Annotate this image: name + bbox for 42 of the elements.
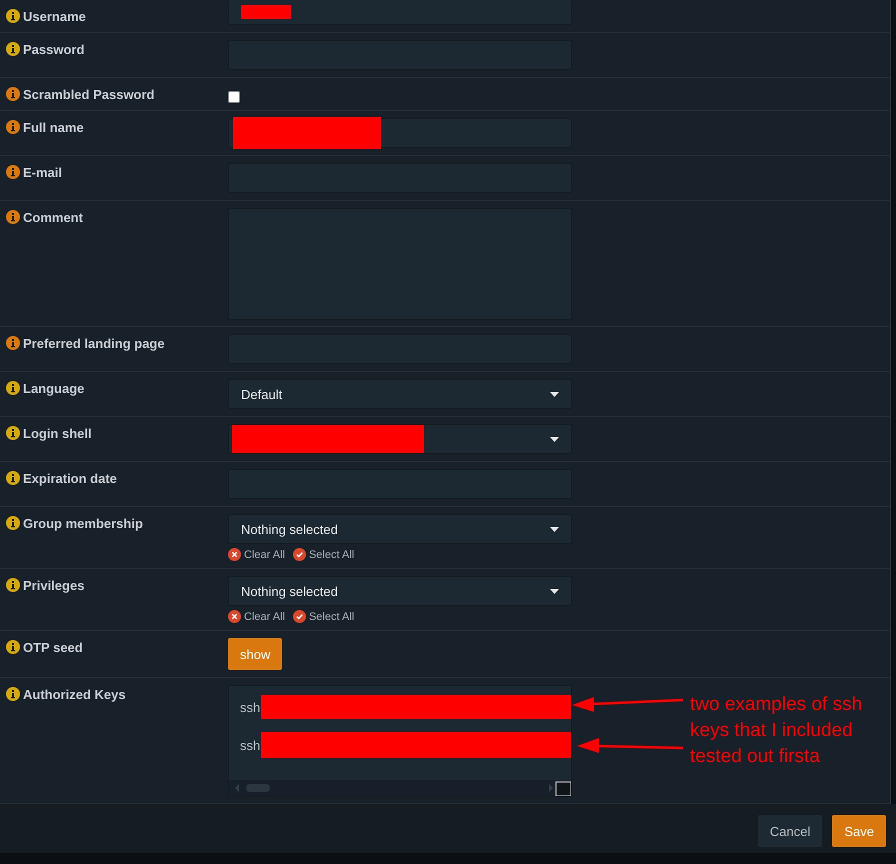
select-value: Default [241, 386, 282, 402]
select-dropdown[interactable] [228, 424, 572, 454]
field-label: Preferred landing page [23, 336, 165, 352]
field-label: Scrambled Password [23, 87, 154, 103]
multi-select-dropdown[interactable]: Nothing selected [228, 576, 572, 606]
select-all-link[interactable]: Select All [308, 610, 354, 622]
caret-icon [550, 526, 559, 532]
input-field[interactable] [228, 118, 572, 148]
key-text: ssh [240, 700, 260, 714]
multi-select-dropdown[interactable]: Nothing selected [228, 514, 572, 544]
keys-field[interactable]: ssh ssh [228, 685, 572, 797]
field-label: Group membership [23, 516, 143, 532]
field-label: Privileges [23, 578, 84, 594]
caret-icon [550, 436, 559, 442]
check-icon [292, 548, 306, 561]
field-label: Full name [23, 120, 84, 136]
clear-icon [228, 548, 241, 561]
field-label: E-mail [23, 165, 62, 181]
caret-icon [550, 392, 559, 396]
field-label: Comment [23, 210, 83, 226]
field-label: Expiration date [23, 471, 117, 487]
caret-icon [550, 588, 559, 594]
select-value: Nothing selected [241, 522, 338, 536]
checkbox[interactable] [228, 91, 240, 103]
clear-all-link[interactable]: Clear All [244, 610, 285, 622]
check-icon [292, 610, 306, 623]
field-label: Language [23, 381, 84, 397]
clear-all-link[interactable]: Clear All [244, 548, 285, 560]
horizontal-scrollbar[interactable] [229, 780, 571, 796]
select-value: Nothing selected [241, 584, 338, 598]
field-label: Login shell [23, 426, 92, 442]
field-label: Username [23, 9, 86, 25]
select-all-link[interactable]: Select All [308, 548, 354, 560]
select-dropdown[interactable]: Default [228, 379, 572, 409]
input-field[interactable] [228, 0, 572, 25]
cancel-button[interactable]: Cancel [758, 815, 822, 847]
annotation-text: two examples of ssh keys that I included tested out firsta [690, 693, 862, 769]
field-label: Password [23, 42, 84, 58]
field-label: Authorized Keys [23, 687, 126, 703]
field-label: OTP seed [23, 640, 83, 656]
clear-icon [228, 610, 241, 623]
key-text: ssh [240, 738, 260, 752]
